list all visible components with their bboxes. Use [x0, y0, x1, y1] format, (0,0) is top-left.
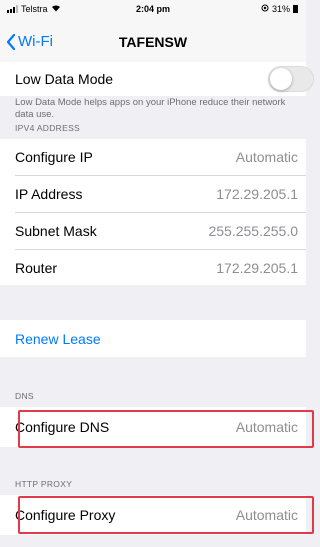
http-proxy-section-header: HTTP PROXY	[15, 479, 73, 489]
router-row: Router 172.29.205.1	[0, 250, 306, 285]
page-title: TAFENSW	[118, 34, 188, 50]
renew-lease-row[interactable]: Renew Lease	[0, 320, 306, 357]
configure-dns-highlight	[18, 410, 314, 448]
subnet-mask-value: 255.255.255.0	[208, 223, 298, 239]
dns-section-header: DNS	[15, 391, 34, 401]
configure-ip-value: Automatic	[235, 149, 298, 165]
ip-address-value: 172.29.205.1	[216, 186, 298, 202]
toggle-knob	[270, 68, 292, 90]
router-label: Router	[15, 260, 58, 276]
status-right: 31%	[261, 4, 298, 14]
low-data-mode-note: Low Data Mode helps apps on your iPhone …	[15, 97, 286, 120]
low-data-mode-row: Low Data Mode	[0, 62, 314, 96]
configure-ip-label: Configure IP	[15, 149, 93, 165]
ip-address-row: IP Address 172.29.205.1	[0, 176, 306, 212]
configure-proxy-highlight	[18, 496, 314, 534]
location-icon	[261, 4, 269, 14]
status-bar: Telstra 2:04 pm 31%	[0, 0, 306, 20]
subnet-mask-label: Subnet Mask	[15, 223, 97, 239]
configure-ip-row[interactable]: Configure IP Automatic	[0, 139, 306, 175]
ipv4-section-header: IPV4 ADDRESS	[15, 123, 81, 133]
low-data-mode-toggle[interactable]	[268, 66, 314, 92]
router-value: 172.29.205.1	[216, 260, 298, 276]
renew-lease-button[interactable]: Renew Lease	[15, 331, 101, 347]
navigation-bar: Wi-Fi TAFENSW	[0, 20, 306, 62]
ipv4-group: Configure IP Automatic IP Address 172.29…	[0, 139, 306, 285]
subnet-mask-row: Subnet Mask 255.255.255.0	[0, 213, 306, 249]
low-data-mode-label: Low Data Mode	[15, 71, 114, 87]
battery-percent: 31%	[271, 4, 290, 14]
ip-address-label: IP Address	[15, 186, 83, 202]
battery-icon	[293, 5, 298, 13]
